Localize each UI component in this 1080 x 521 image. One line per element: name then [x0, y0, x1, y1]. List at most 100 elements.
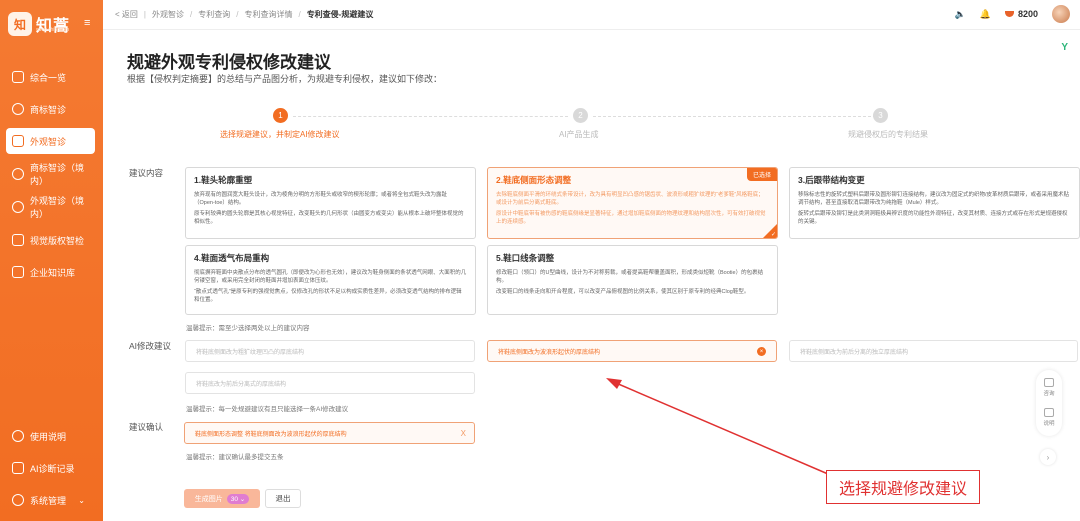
- ai-option-1[interactable]: 将鞋底侧面改为粗犷纹理凹凸的厚底结构: [185, 340, 475, 362]
- sidebar-item-label: 外观智诊: [30, 136, 67, 147]
- image-icon: [12, 234, 24, 246]
- step-connector: [293, 116, 568, 117]
- main-panel: 规避外观专利侵权修改建议 根据【侵权判定摘要】的总结与产品图分析，为规避专利侵权…: [103, 30, 1080, 521]
- exit-button[interactable]: 退出: [265, 489, 301, 508]
- suggestion-card-1[interactable]: 1.鞋头轮廓重塑 放弃现有的圆润宽大鞋头设计，改为棱角分明的方形鞋头或收窄的楔形…: [185, 167, 476, 239]
- volume-icon[interactable]: 🔈: [955, 9, 966, 20]
- sidebar-item-knowledge[interactable]: 企业知识库: [6, 259, 95, 285]
- suggest-label: 建议内容: [129, 168, 164, 178]
- shield-icon: [12, 103, 24, 115]
- sidebar-item-label: 综合一览: [30, 72, 67, 83]
- card-text: 去除鞋底侧面平滑的环绕式条带设计，改为具有明显凹凸感的锯齿状、波浪形或粗犷纹理的…: [496, 192, 764, 206]
- confirm-label: 建议确认: [129, 422, 164, 432]
- card-text: 彻底摒弃鞋面中央散点分布的透气圆孔（即便改为心形也无效），建议改为鞋身侧面的条状…: [194, 270, 467, 284]
- suggestion-card-4[interactable]: 4.鞋面透气布局重构 彻底摒弃鞋面中央散点分布的透气圆孔（即便改为心形也无效），…: [185, 245, 476, 315]
- record-icon: [12, 462, 24, 474]
- confirm-hint: 温馨提示：建议确认最多提交五条: [186, 454, 284, 461]
- card-text: 放弃现有的圆润宽大鞋头设计，改为棱角分明的方形鞋头或收窄的楔形轮廓；或者将全包式…: [194, 192, 448, 206]
- sidebar-item-label: 视觉版权智检: [30, 235, 85, 246]
- points-display[interactable]: 8200: [1004, 9, 1038, 19]
- settings-icon: [12, 494, 24, 506]
- shield-icon: [12, 201, 24, 213]
- ai-option-4[interactable]: 将鞋底改为前后分离式的厚底结构: [185, 372, 475, 394]
- generate-label: 生成图片: [194, 495, 223, 503]
- remove-icon[interactable]: X: [461, 429, 466, 438]
- step-1-label: 选择规避建议，并制定AI修改建议: [220, 130, 340, 139]
- sidebar-item-help[interactable]: 使用说明: [6, 423, 95, 449]
- sidebar-item-trademark-domestic[interactable]: 商标智诊（境内）: [6, 161, 95, 187]
- breadcrumb-separator: /: [236, 10, 239, 19]
- ai-hint: 温馨提示：每一处规避建议有且只能选择一条AI修改建议: [186, 406, 349, 413]
- generate-image-button[interactable]: 生成图片 30 ⌄: [184, 489, 260, 508]
- database-icon: [12, 266, 24, 278]
- selected-badge: 已选择: [746, 168, 777, 181]
- sidebar-item-design-domestic[interactable]: 外观智诊（境内）: [6, 194, 95, 220]
- breadcrumb-item[interactable]: 专利查询: [198, 9, 230, 20]
- sidebar-item-records[interactable]: AI诊断记录: [6, 455, 95, 481]
- pot-icon: [1004, 11, 1014, 17]
- step-3-label: 规避侵权后的专利结果: [848, 130, 928, 139]
- chevron-down-icon: ⌄: [78, 495, 85, 505]
- confirmed-suggestion[interactable]: 鞋底侧面形态调整 将鞋底侧面改为波浪形起伏的厚底结构 X: [184, 422, 475, 444]
- topbar-actions: 🔈 🔔 8200: [955, 5, 1070, 23]
- check-icon: ✓: [770, 232, 776, 238]
- menu-toggle-icon[interactable]: ≡: [84, 17, 90, 29]
- points-value: 8200: [1017, 9, 1038, 19]
- sidebar-item-label: 外观智诊（境内）: [30, 196, 85, 219]
- avatar[interactable]: [1052, 5, 1070, 23]
- ai-option-2[interactable]: 将鞋底侧面改为波浪形起伏的厚底结构 ×: [487, 340, 777, 362]
- brand-mark-icon: Y: [1061, 42, 1068, 53]
- card-title: 4.鞋面透气布局重构: [194, 253, 270, 263]
- page-subtitle: 根据【侵权判定摘要】的总结与产品图分析，为规避专利侵权，建议如下修改：: [127, 74, 443, 84]
- guide-button[interactable]: 说明: [1039, 408, 1059, 427]
- expand-arrow-icon[interactable]: ›: [1040, 449, 1056, 465]
- consult-button[interactable]: 咨询: [1039, 378, 1059, 397]
- ai-option-3[interactable]: 将鞋底侧面改为前后分离的独立厚底结构: [789, 340, 1078, 362]
- design-icon: [12, 135, 24, 147]
- breadcrumb-separator: /: [189, 10, 193, 19]
- suggestion-card-2[interactable]: 已选择 2.鞋底侧面形态调整 去除鞋底侧面平滑的环绕式条带设计，改为具有明显凹凸…: [487, 167, 778, 239]
- chat-icon: [1044, 378, 1054, 387]
- book-icon: [1044, 408, 1054, 417]
- generate-count: 30 ⌄: [226, 493, 250, 504]
- suggestion-card-5[interactable]: 5.鞋口线条调整 修改鞋口（领口）的U型曲线，设计为不对称剪裁，或者提高鞋帮覆盖…: [487, 245, 778, 315]
- card-text: 原专利较典的圆头轮廓是其核心视觉特征，改变鞋头的几何形状（由圆变方或变尖）能从根…: [194, 211, 464, 225]
- breadcrumb-current: 专利查侵-规避建议: [306, 10, 374, 19]
- breadcrumb-separator: |: [143, 10, 146, 19]
- back-link[interactable]: < 返回: [115, 9, 138, 20]
- sidebar-item-copyright[interactable]: 视觉版权智检: [6, 227, 95, 253]
- topbar: < 返回 | 外观智诊 / 专利查询 / 专利查询详情 / 专利查侵-规避建议 …: [103, 0, 1080, 30]
- sidebar-item-design[interactable]: 外观智诊: [6, 128, 95, 154]
- sidebar-item-trademark[interactable]: 商标智诊: [6, 96, 95, 122]
- card-title: 2.鞋底侧面形态调整: [496, 175, 572, 185]
- breadcrumb-item[interactable]: 专利查询详情: [244, 9, 292, 20]
- sidebar-item-overview[interactable]: 综合一览: [6, 64, 95, 90]
- ai-label: AI修改建议: [129, 341, 172, 351]
- step-2-indicator: 2: [573, 108, 588, 123]
- card-title: 5.鞋口线条调整: [496, 253, 555, 263]
- sidebar-item-label: 系统管理: [30, 495, 67, 506]
- ai-option-text: 将鞋底侧面改为波浪形起伏的厚底结构: [498, 349, 601, 356]
- card-text: 原设计中鞋底带有被伤感的鞋底侧缘是显著特征，通过增加鞋底侧面的物理纹理和结构层次…: [496, 211, 766, 225]
- sidebar-item-settings[interactable]: 系统管理 ⌄: [6, 487, 95, 513]
- help-icon: [12, 430, 24, 442]
- sidebar-item-label: 商标智诊（境内）: [30, 163, 85, 186]
- logo-subtext: www.zhihi.com: [36, 27, 70, 33]
- sidebar-item-label: 企业知识库: [30, 267, 76, 278]
- step-1-indicator: 1: [273, 108, 288, 123]
- sidebar-item-label: 使用说明: [30, 431, 67, 442]
- sidebar-item-label: 商标智诊: [30, 104, 67, 115]
- card-text: 改变鞋口的线条走向和开合程度，可以改变产品俯视图的比例关系，使其区别于原专利的经…: [496, 289, 750, 295]
- bell-icon[interactable]: 🔔: [980, 9, 991, 20]
- card-title: 3.后跟带结构变更: [798, 175, 865, 185]
- breadcrumb: < 返回 | 外观智诊 / 专利查询 / 专利查询详情 / 专利查侵-规避建议: [115, 9, 373, 20]
- close-icon[interactable]: ×: [757, 347, 766, 356]
- annotation-callout: 选择规避修改建议: [826, 470, 980, 504]
- page-title: 规避外观专利侵权修改建议: [127, 53, 331, 72]
- suggest-hint: 温馨提示：需至少选择两处以上的建议内容: [186, 325, 310, 332]
- sidebar: 知 知蒿 www.zhihi.com ≡ 综合一览 商标智诊 外观智诊 商标智诊…: [0, 0, 103, 521]
- suggestion-card-3[interactable]: 3.后跟带结构变更 移除标志性的旋转式塑料后跟带及圆形铆钉连接结构，建议改为固定…: [789, 167, 1080, 239]
- step-connector: [593, 116, 876, 117]
- breadcrumb-item[interactable]: 外观智诊: [152, 9, 184, 20]
- floating-help-panel: 咨询 说明: [1036, 370, 1062, 436]
